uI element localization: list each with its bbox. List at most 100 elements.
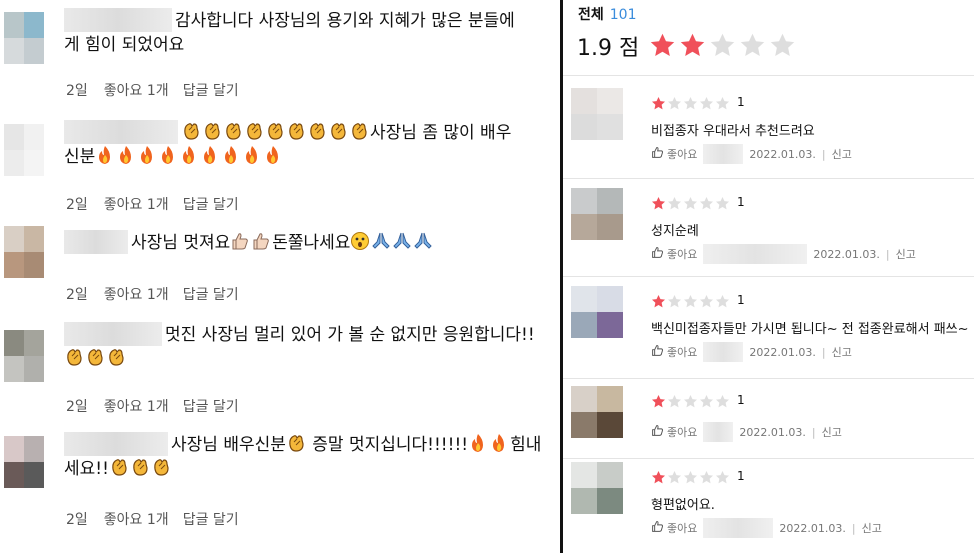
reviewer-avatar[interactable] [571, 88, 623, 140]
star-icon [769, 32, 796, 63]
review-total-label: 전체 [578, 7, 604, 23]
reviewer-avatar[interactable] [571, 462, 623, 514]
reviewer-avatar[interactable] [571, 286, 623, 338]
review-divider [563, 378, 974, 379]
review-star-rating [651, 394, 730, 413]
like-button[interactable]: 좋아요 [667, 246, 697, 262]
clap-emoji-icon [85, 347, 105, 367]
comment-body: 멋진 사장님 멀리 있어 가 볼 순 없지만 응원합니다!! [165, 325, 535, 345]
star-icon [683, 470, 698, 489]
comment-body: 사장님 좀 많이 배우 [370, 123, 512, 143]
reply-button[interactable]: 답글 달기 [183, 399, 239, 415]
like-count[interactable]: 좋아요 1개 [104, 287, 169, 303]
reviewer-avatar[interactable] [571, 386, 623, 438]
like-button[interactable]: 좋아요 [667, 344, 697, 360]
fire-emoji-icon [242, 145, 262, 165]
review-meta: 좋아요 2022.01.03. | 신고 [651, 518, 882, 538]
clap-emoji-icon [286, 121, 306, 141]
clap-emoji-icon [106, 347, 126, 367]
clap-emoji-icon [244, 121, 264, 141]
pray-emoji-icon [392, 231, 412, 251]
blurred-username[interactable] [64, 432, 168, 456]
comment-date: 2일 [66, 399, 88, 415]
avatar[interactable] [4, 226, 44, 278]
clap-emoji-icon [64, 347, 84, 367]
like-count[interactable]: 좋아요 1개 [104, 399, 169, 415]
star-icon [699, 470, 714, 489]
comment-date: 2일 [66, 197, 88, 213]
like-count[interactable]: 좋아요 1개 [104, 83, 169, 99]
star-icon [715, 196, 730, 215]
star-icon [679, 32, 706, 63]
clap-emoji-icon [109, 457, 129, 477]
clap-emoji-icon [307, 121, 327, 141]
star-icon [715, 96, 730, 115]
blurred-username[interactable] [64, 322, 162, 346]
thumb-up-icon[interactable] [651, 246, 664, 262]
report-button[interactable]: 신고 [896, 246, 916, 262]
like-button[interactable]: 좋아요 [667, 146, 697, 162]
review-meta: 좋아요 2022.01.03. | 신고 [651, 144, 852, 164]
star-icon [649, 32, 676, 63]
comment-date: 2일 [66, 287, 88, 303]
comment-meta: 2일 좋아요 1개 답글 달기 [66, 80, 253, 100]
clap-emoji-icon [349, 121, 369, 141]
comment-body-tail: 힘내 [510, 435, 542, 455]
fire-emoji-icon [95, 145, 115, 165]
meta-separator: | [851, 521, 856, 535]
comment-date: 2일 [66, 512, 88, 528]
fire-emoji-icon [116, 145, 136, 165]
report-button[interactable]: 신고 [832, 146, 852, 162]
review-total-count[interactable]: 101 [610, 7, 637, 23]
average-score: 1.9 점 [577, 36, 640, 61]
reply-button[interactable]: 답글 달기 [183, 287, 239, 303]
thumb-emoji-icon [251, 231, 271, 251]
review-star-rating [651, 96, 730, 115]
comment-text: 사장님 배우신분 증말 멋지십니다!!!!!! 힘내 세요!! [64, 432, 550, 481]
like-count[interactable]: 좋아요 1개 [104, 512, 169, 528]
reply-button[interactable]: 답글 달기 [183, 197, 239, 213]
blurred-username[interactable] [64, 8, 172, 32]
clap-emoji-icon [286, 433, 306, 453]
clap-emoji-icon [265, 121, 285, 141]
like-button[interactable]: 좋아요 [667, 424, 697, 440]
thumb-up-icon[interactable] [651, 146, 664, 162]
fire-emoji-icon [179, 145, 199, 165]
report-button[interactable]: 신고 [862, 520, 882, 536]
reply-button[interactable]: 답글 달기 [183, 512, 239, 528]
review-item: 1 비접종자 우대라서 추천드려요 좋아요 2022.01.03. | 신고 [563, 88, 974, 178]
star-icon [667, 394, 682, 413]
star-icon [715, 294, 730, 313]
star-icon [683, 196, 698, 215]
reviewer-avatar[interactable] [571, 188, 623, 240]
thumb-up-icon[interactable] [651, 424, 664, 440]
thumb-up-icon[interactable] [651, 520, 664, 536]
review-item: 1 성지순례 좋아요 2022.01.03. | 신고 [563, 188, 974, 278]
pray-emoji-icon [371, 231, 391, 251]
report-button[interactable]: 신고 [832, 344, 852, 360]
blurred-username[interactable] [64, 120, 178, 144]
report-button[interactable]: 신고 [822, 424, 842, 440]
avatar[interactable] [4, 330, 44, 382]
avatar[interactable] [4, 124, 44, 176]
comments-panel: 감사합니다 사장님의 용기와 지혜가 많은 분들에 게 힘이 되었어요 2일 좋아요 … [0, 0, 560, 553]
blurred-username [703, 144, 744, 164]
thumb-up-icon[interactable] [651, 344, 664, 360]
comment-body: 사장님 멋져요 [131, 233, 231, 253]
meta-separator: | [821, 345, 826, 359]
blurred-username [703, 342, 744, 362]
star-icon [667, 196, 682, 215]
like-button[interactable]: 좋아요 [667, 520, 697, 536]
like-count[interactable]: 좋아요 1개 [104, 197, 169, 213]
blurred-username[interactable] [64, 230, 128, 254]
avatar[interactable] [4, 12, 44, 64]
comment-text: 사장님 멋져요 돈쭐나세요 [64, 230, 550, 255]
blurred-username [703, 422, 734, 442]
star-icon [709, 32, 736, 63]
review-item: 1 백신미접종자들만 가시면 됩니다~ 전 접종완료해서 패쓰~ 좋아요 2022.0… [563, 286, 974, 376]
review-item: 1 형편없어요. 좋아요 2022.01.03. | 신고 [563, 462, 974, 552]
avatar[interactable] [4, 436, 44, 488]
average-star-rating [649, 32, 796, 63]
reviews-panel: 전체 101 1.9 점 1 비접종자 우대라서 추천드려요 좋아요 2022.01.0… [563, 0, 974, 553]
reply-button[interactable]: 답글 달기 [183, 83, 239, 99]
